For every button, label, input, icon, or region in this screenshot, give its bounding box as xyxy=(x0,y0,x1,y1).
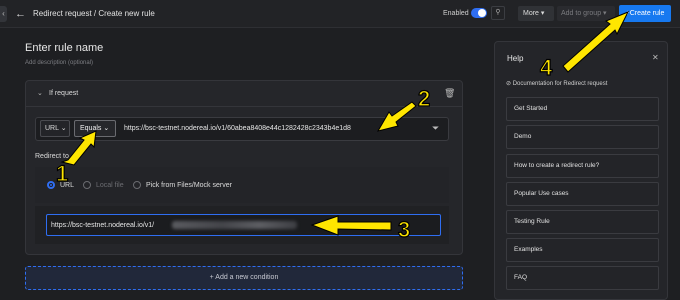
pin-icon[interactable]: ⚲ xyxy=(491,6,505,20)
create-rule-button[interactable]: +Create rule xyxy=(619,5,671,22)
trash-icon[interactable]: 🗑 xyxy=(444,88,455,99)
radio-local-file[interactable] xyxy=(83,181,91,189)
redirect-to-label: Redirect to xyxy=(35,153,69,160)
condition-header[interactable]: ⌄ If request 🗑 xyxy=(26,81,462,107)
help-item-examples[interactable]: Examples xyxy=(506,238,659,262)
radio-pick-file-label: Pick from Files/Mock server xyxy=(146,182,232,189)
enabled-toggle[interactable] xyxy=(471,8,487,18)
help-item-testing-rule[interactable]: Testing Rule xyxy=(506,210,659,234)
source-url-input[interactable]: https://bsc-testnet.nodereal.io/v1/60abe… xyxy=(124,125,351,132)
source-type-value: URL xyxy=(45,125,59,132)
add-to-group-button[interactable]: Add to group ▾ xyxy=(557,6,615,21)
enabled-label: Enabled xyxy=(443,10,469,17)
chevron-down-icon[interactable]: ⌄ xyxy=(37,89,43,97)
radio-pick-file[interactable] xyxy=(133,181,141,189)
filter-icon[interactable]: ⏷ xyxy=(432,123,439,134)
add-condition-button[interactable]: + Add a new condition xyxy=(25,266,463,290)
destination-url-value: https://bsc-testnet.nodereal.io/v1/ xyxy=(51,222,155,229)
radio-url-label: URL xyxy=(60,182,75,189)
help-item-popular-use-cases[interactable]: Popular Use cases xyxy=(506,182,659,206)
help-item-create-redirect[interactable]: How to create a redirect rule? xyxy=(506,154,659,178)
radio-url[interactable] xyxy=(47,181,55,189)
more-button[interactable]: More ▾ xyxy=(518,6,554,21)
redacted-text xyxy=(172,221,297,229)
help-item-demo[interactable]: Demo xyxy=(506,125,659,149)
rule-description-input[interactable]: Add description (optional) xyxy=(25,60,93,66)
help-item-get-started[interactable]: Get Started xyxy=(506,97,659,121)
if-request-label: If request xyxy=(49,90,79,97)
help-item-faq[interactable]: FAQ xyxy=(506,266,659,290)
close-icon[interactable]: ✕ xyxy=(652,53,659,62)
documentation-link-label: Documentation for Redirect request xyxy=(512,81,608,87)
breadcrumb: Redirect request / Create new rule xyxy=(33,9,155,18)
add-to-group-label: Add to group xyxy=(561,10,602,17)
operator-value: Equals xyxy=(80,125,102,132)
more-label: More xyxy=(523,10,539,17)
operator-select[interactable]: Equals ⌄ xyxy=(74,120,116,137)
collapse-sidebar-icon[interactable]: ‹ xyxy=(0,6,7,22)
top-bar: ‹ ← Redirect request / Create new rule E… xyxy=(0,0,680,28)
documentation-link[interactable]: ⊘ Documentation for Redirect request xyxy=(506,80,607,87)
back-arrow-icon[interactable]: ← xyxy=(15,7,26,21)
source-type-select[interactable]: URL ⌄ xyxy=(40,120,70,137)
rule-name-input[interactable]: Enter rule name xyxy=(25,42,103,54)
radio-local-file-label: Local file xyxy=(96,182,124,189)
help-title: Help xyxy=(507,54,524,63)
